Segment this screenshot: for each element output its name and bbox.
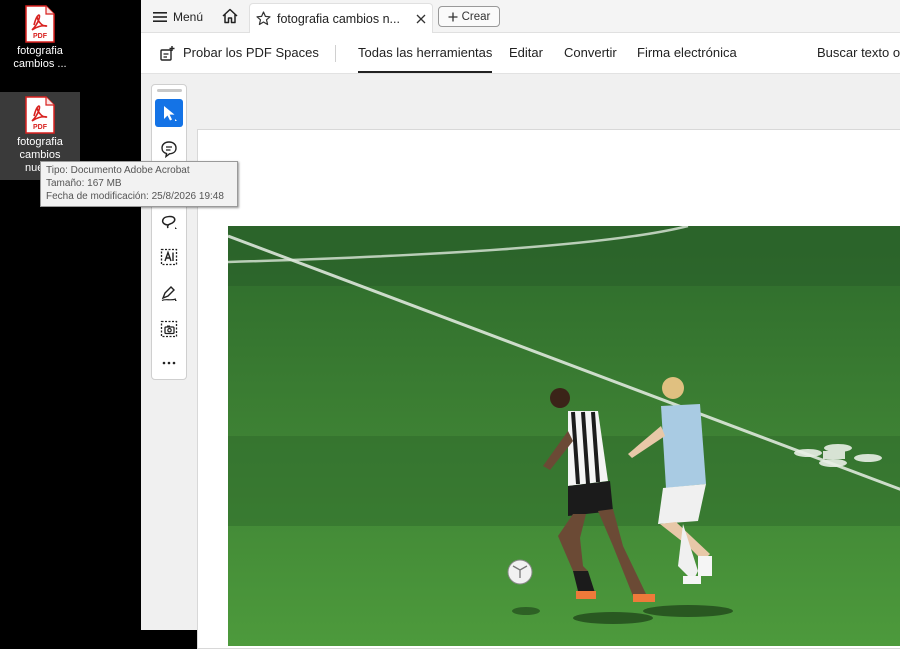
tooltip-size: Tamaño: 167 MB xyxy=(46,178,122,189)
tab-title: fotografia cambios n... xyxy=(277,11,400,26)
star-icon[interactable] xyxy=(256,11,271,26)
try-pdf-spaces-button[interactable]: Probar los PDF Spaces xyxy=(159,33,319,73)
sign-tool[interactable] xyxy=(155,279,183,307)
pdf-file-icon: PDF xyxy=(25,5,55,43)
tab-edit[interactable]: Editar xyxy=(509,33,543,73)
pdf-page xyxy=(197,129,900,649)
snapshot-icon xyxy=(160,320,178,338)
pdf-file-icon: PDF xyxy=(25,96,55,134)
drag-handle[interactable] xyxy=(157,89,182,92)
select-cursor-icon xyxy=(164,106,177,121)
tab-e-sign[interactable]: Firma electrónica xyxy=(637,33,737,73)
try-pdf-spaces-label: Probar los PDF Spaces xyxy=(183,45,319,60)
desktop: PDF fotografia cambios ... PDF fotografi… xyxy=(0,0,141,630)
lasso-tool[interactable] xyxy=(155,207,183,235)
tab-bar: Menú fotografia cambios n... Crear xyxy=(141,0,900,33)
comment-tool[interactable] xyxy=(155,135,183,163)
pdf-badge: PDF xyxy=(33,124,48,131)
menu-button[interactable]: Menú xyxy=(153,8,203,26)
text-recognition-icon xyxy=(160,248,178,266)
document-workspace xyxy=(141,74,900,649)
pdf-spaces-icon xyxy=(160,46,175,61)
menu-label: Menú xyxy=(173,10,204,24)
football-photo xyxy=(228,226,900,646)
more-icon xyxy=(162,361,176,365)
home-icon[interactable] xyxy=(221,7,239,25)
top-toolbar: Probar los PDF Spaces Todas las herramie… xyxy=(141,33,900,74)
file-tooltip: Tipo: Documento Adobe Acrobat Tamaño: 16… xyxy=(40,161,238,207)
desktop-file-icon-1[interactable]: PDF fotografia cambios ... xyxy=(0,5,80,83)
desktop-file-label: fotografia cambios ... xyxy=(13,45,67,70)
select-tool[interactable] xyxy=(155,99,183,127)
close-icon[interactable] xyxy=(416,14,426,24)
sign-icon xyxy=(161,286,177,302)
toolbar-divider xyxy=(335,45,336,62)
text-recognition-tool[interactable] xyxy=(155,243,183,271)
snapshot-tool[interactable] xyxy=(155,315,183,343)
pdf-badge: PDF xyxy=(33,33,48,40)
create-label: Crear xyxy=(461,10,491,23)
document-tab[interactable]: fotografia cambios n... xyxy=(249,3,433,33)
quick-tools-bar xyxy=(151,84,187,380)
tab-all-tools[interactable]: Todas las herramientas xyxy=(358,33,493,73)
tooltip-type: Tipo: Documento Adobe Acrobat xyxy=(46,165,190,176)
tooltip-modified: Fecha de modificación: 25/8/2026 19:48 xyxy=(46,191,224,202)
hamburger-icon xyxy=(153,12,167,22)
plus-icon xyxy=(448,12,458,21)
acrobat-window: Menú fotografia cambios n... Crear Proba… xyxy=(141,0,900,649)
create-button[interactable]: Crear xyxy=(438,6,500,27)
comment-icon xyxy=(161,141,177,158)
search-text-button[interactable]: Buscar texto o xyxy=(817,33,900,73)
lasso-icon xyxy=(161,215,177,229)
tab-convert[interactable]: Convertir xyxy=(564,33,617,73)
more-tools-button[interactable] xyxy=(155,349,183,377)
